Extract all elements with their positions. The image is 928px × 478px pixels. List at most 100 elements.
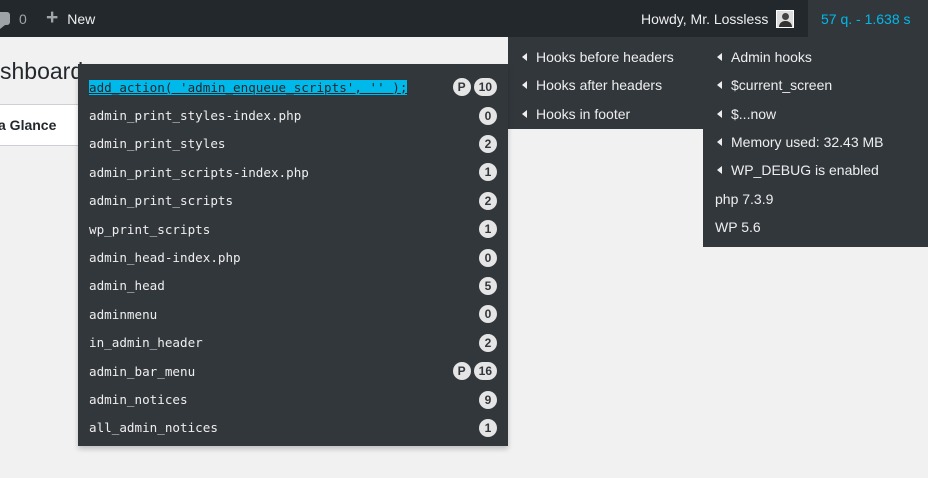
hook-badges: 1 [479, 163, 497, 182]
count-badge: 1 [479, 163, 497, 182]
new-content-menu[interactable]: + New [46, 0, 95, 37]
hook-name: all_admin_notices [89, 420, 218, 436]
qm-stats: 57 q. - 1.638 s [821, 10, 911, 27]
submenu-item[interactable]: Hooks in footer [508, 100, 703, 128]
submenu-item[interactable]: php 7.3.9 [703, 185, 928, 213]
hooks-panel: add_action( 'admin_enqueue_scripts', '' … [78, 64, 508, 446]
hook-badges: 2 [479, 333, 497, 352]
comment-icon [0, 12, 10, 29]
plus-icon: + [46, 6, 59, 29]
hook-badges: 2 [479, 191, 497, 210]
hook-badges: P 16 [452, 362, 497, 381]
my-account-menu[interactable]: Howdy, Mr. Lossless [631, 0, 804, 37]
howdy-label: Howdy, Mr. Lossless [641, 10, 769, 27]
hook-badges: 0 [479, 305, 497, 324]
hook-row[interactable]: add_action( 'admin_enqueue_scripts', '' … [89, 73, 497, 101]
hook-row[interactable]: admin_print_scripts 2 [89, 187, 497, 215]
hook-name: admin_head [89, 278, 165, 294]
submenu-item-label: WP_DEBUG is enabled [731, 162, 879, 179]
hook-row[interactable]: admin_head 5 [89, 272, 497, 300]
count-badge: 2 [479, 191, 497, 210]
submenu-item-label: Hooks before headers [536, 49, 674, 65]
hook-name: admin_print_scripts-index.php [89, 164, 309, 180]
hook-row[interactable]: admin_bar_menu P 16 [89, 357, 497, 385]
submenu-item-label: $current_screen [731, 77, 833, 94]
priority-badge: P [452, 362, 471, 381]
hook-row[interactable]: admin_head-index.php 0 [89, 243, 497, 271]
submenu-item[interactable]: $current_screen [703, 71, 928, 99]
hook-row[interactable]: admin_print_styles 2 [89, 130, 497, 158]
hook-badges: P 10 [452, 78, 497, 97]
hook-name: admin_print_styles-index.php [89, 108, 302, 124]
submenu-item-label: Memory used: 32.43 MB [731, 133, 884, 150]
caret-left-icon [717, 137, 722, 146]
hook-name: add_action( 'admin_enqueue_scripts', '' … [89, 79, 408, 95]
caret-left-icon [522, 53, 527, 61]
hook-name: wp_print_scripts [89, 221, 211, 237]
hook-row[interactable]: all_admin_notices 1 [89, 414, 497, 442]
count-badge: 0 [479, 248, 497, 267]
caret-left-icon [522, 109, 527, 118]
submenu-item[interactable]: $...now [703, 100, 928, 128]
hook-name: admin_notices [89, 392, 188, 408]
submenu-item-label: php 7.3.9 [715, 190, 774, 207]
hook-row[interactable]: wp_print_scripts 1 [89, 215, 497, 243]
submenu-item-label: Hooks in footer [536, 105, 631, 122]
submenu-item[interactable]: WP 5.6 [703, 213, 928, 241]
at-a-glance-widget[interactable]: a Glance [0, 104, 82, 146]
hook-row[interactable]: admin_notices 9 [89, 385, 497, 413]
hook-badges: 1 [479, 418, 497, 437]
hook-badges: 2 [479, 134, 497, 153]
submenu-item[interactable]: Hooks after headers [508, 71, 703, 99]
count-badge: 5 [479, 276, 497, 295]
caret-left-icon [717, 166, 722, 175]
hook-name: adminmenu [89, 306, 158, 322]
count-badge: 1 [479, 220, 497, 239]
hook-name: in_admin_header [89, 335, 203, 351]
submenu-item-label: WP 5.6 [715, 218, 761, 235]
count-badge: 0 [479, 106, 497, 125]
hook-name: admin_head-index.php [89, 250, 241, 266]
caret-left-icon [522, 81, 527, 90]
query-monitor-menu[interactable]: 57 q. - 1.638 s [808, 0, 928, 37]
submenu-item[interactable]: Admin hooks [703, 43, 928, 71]
hook-row[interactable]: adminmenu 0 [89, 300, 497, 328]
submenu-item-label: Admin hooks [731, 49, 812, 65]
new-label: New [67, 10, 96, 27]
caret-left-icon [717, 109, 722, 118]
count-badge: 0 [479, 305, 497, 324]
submenu-item[interactable]: WP_DEBUG is enabled [703, 156, 928, 184]
hook-badges: 9 [479, 390, 497, 409]
admin-bar: 0 + New Howdy, Mr. Lossless 57 q. - 1.63… [0, 0, 928, 37]
caret-left-icon [717, 81, 722, 90]
count-badge: 1 [479, 418, 497, 437]
hook-badges: 0 [479, 248, 497, 267]
hook-name: admin_print_styles [89, 136, 226, 152]
comments-count: 0 [19, 10, 27, 27]
submenu-item-label: $...now [731, 105, 777, 122]
count-badge: 2 [479, 333, 497, 352]
priority-badge: P [452, 78, 471, 97]
hook-badges: 1 [479, 220, 497, 239]
qm-submenu-admin: Admin hooks $current_screen $...now Memory … [703, 37, 928, 247]
hook-name: admin_print_scripts [89, 193, 234, 209]
submenu-item-label: Hooks after headers [536, 77, 663, 94]
count-badge: 10 [473, 78, 497, 97]
hook-name: admin_bar_menu [89, 363, 196, 379]
page-title: shboard [0, 58, 84, 84]
hook-row[interactable]: in_admin_header 2 [89, 329, 497, 357]
hook-row[interactable]: admin_print_styles-index.php 0 [89, 101, 497, 129]
avatar [776, 9, 795, 28]
submenu-item[interactable]: Memory used: 32.43 MB [703, 128, 928, 156]
hook-badges: 5 [479, 276, 497, 295]
glance-label: a Glance [0, 117, 57, 133]
count-badge: 9 [479, 390, 497, 409]
count-badge: 2 [479, 134, 497, 153]
submenu-item[interactable]: Hooks before headers [508, 43, 703, 71]
qm-submenu-hooks: Hooks before headers Hooks after headers H… [508, 37, 703, 129]
hook-row[interactable]: admin_print_scripts-index.php 1 [89, 158, 497, 186]
caret-left-icon [717, 53, 722, 61]
count-badge: 16 [473, 362, 497, 381]
comments-menu[interactable]: 0 [0, 0, 27, 37]
hook-badges: 0 [479, 106, 497, 125]
